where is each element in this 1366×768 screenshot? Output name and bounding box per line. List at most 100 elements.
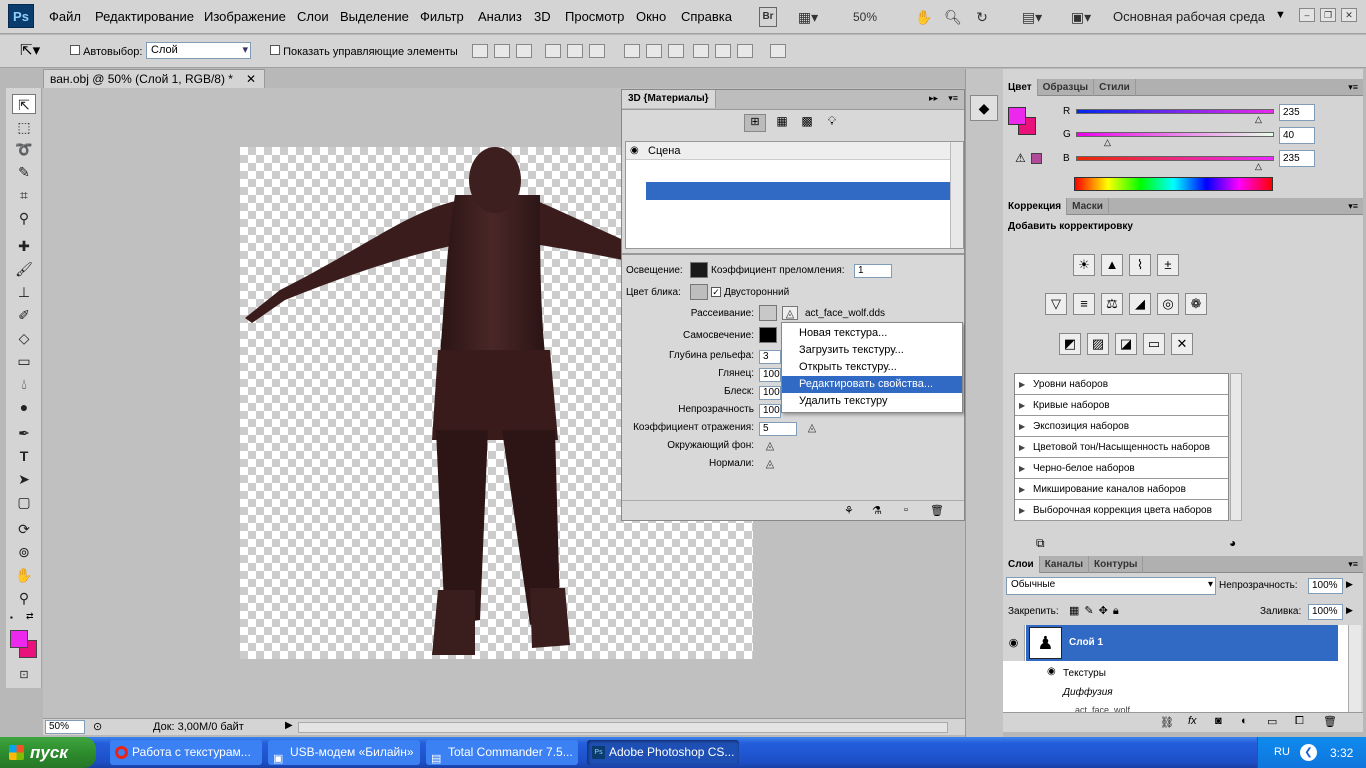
- clone-stamp-icon[interactable]: ⊥: [12, 282, 36, 302]
- type-tool-icon[interactable]: T: [12, 446, 36, 466]
- menu-image[interactable]: Изображение: [204, 9, 286, 24]
- layer-eye-icon[interactable]: ◉: [1003, 625, 1025, 661]
- gamut-color-swatch[interactable]: [1031, 153, 1042, 164]
- status-zoom[interactable]: 50%: [45, 720, 85, 734]
- menu-analysis[interactable]: Анализ: [478, 9, 522, 24]
- distribute-hcenter-icon[interactable]: [715, 44, 731, 58]
- distribute-top-icon[interactable]: [624, 44, 640, 58]
- path-select-icon[interactable]: ➤: [12, 469, 36, 489]
- textures-eye-icon[interactable]: ◉: [1047, 666, 1056, 677]
- layer-mask-icon[interactable]: ◙: [1215, 715, 1222, 727]
- autoselect-dropdown[interactable]: Слой ▾: [146, 42, 251, 59]
- menu-view[interactable]: Просмотр: [565, 9, 624, 24]
- fill-arrow-icon[interactable]: ▶: [1346, 605, 1353, 616]
- tab-masks[interactable]: Маски: [1067, 198, 1109, 215]
- adjustment-clip-icon[interactable]: ⧉: [1036, 536, 1045, 551]
- menu-load-texture[interactable]: Загрузить текстуру...: [782, 342, 962, 359]
- move-tool-icon[interactable]: ⇱: [12, 94, 36, 114]
- healing-brush-icon[interactable]: ✚: [12, 236, 36, 256]
- bridge-button[interactable]: Br: [759, 7, 777, 27]
- horizontal-scrollbar[interactable]: [298, 722, 948, 733]
- menu-edit[interactable]: Редактирование: [95, 9, 194, 24]
- quick-select-tool-icon[interactable]: ✎: [12, 162, 36, 182]
- quick-mask-icon[interactable]: ⊡: [12, 665, 36, 685]
- preset-curves[interactable]: Кривые наборов: [1015, 395, 1228, 416]
- menu-select[interactable]: Выделение: [340, 9, 409, 24]
- preset-levels[interactable]: Уровни наборов: [1015, 374, 1228, 395]
- refraction-input[interactable]: 1: [854, 264, 892, 278]
- two-sided-checkbox[interactable]: ✓: [711, 287, 721, 297]
- photo-filter-icon[interactable]: ◎: [1157, 293, 1179, 315]
- environment-texture-icon[interactable]: ◬: [762, 439, 778, 453]
- normals-texture-icon[interactable]: ◬: [762, 457, 778, 471]
- filter-scene-icon[interactable]: ⊞: [744, 114, 766, 132]
- bump-input[interactable]: 3: [759, 350, 781, 364]
- minimize-button[interactable]: –: [1299, 8, 1315, 22]
- align-top-icon[interactable]: [472, 44, 488, 58]
- arrange-documents-icon[interactable]: ▤▾: [1015, 7, 1049, 27]
- g-slider-thumb-icon[interactable]: △: [1104, 137, 1111, 148]
- workspace-switcher[interactable]: Основная рабочая среда: [1113, 9, 1265, 24]
- filter-lights-icon[interactable]: 💡︎: [822, 114, 842, 132]
- threshold-icon[interactable]: ◪: [1115, 333, 1137, 355]
- color-panel-menu-icon[interactable]: ▾≡: [1348, 79, 1363, 96]
- new-layer-icon[interactable]: ⧠: [1295, 715, 1304, 728]
- menu-remove-texture[interactable]: Удалить текстуру: [782, 393, 962, 410]
- layers-list[interactable]: ◉ ♟ Слой 1 ◉ Текстуры Диффузия act_face_…: [1003, 625, 1348, 717]
- filter-meshes-icon[interactable]: ▦: [772, 114, 792, 132]
- auto-align-icon[interactable]: [770, 44, 786, 58]
- self-illum-swatch[interactable]: [759, 327, 777, 343]
- invert-icon[interactable]: ◩: [1059, 333, 1081, 355]
- delete-icon[interactable]: 🗑︎: [930, 504, 944, 517]
- curves-icon[interactable]: ⌇: [1129, 254, 1151, 276]
- menu-window[interactable]: Окно: [636, 9, 666, 24]
- correction-panel-menu-icon[interactable]: ▾≡: [1348, 198, 1363, 215]
- splitter[interactable]: [622, 253, 964, 255]
- material-select-icon[interactable]: ⚗: [872, 504, 882, 517]
- show-controls-checkbox[interactable]: [270, 45, 280, 55]
- close-button[interactable]: ✕: [1341, 8, 1357, 22]
- align-hcenter-icon[interactable]: [567, 44, 583, 58]
- lang-indicator[interactable]: RU: [1274, 746, 1290, 758]
- preset-exposure[interactable]: Экспозиция наборов: [1015, 416, 1228, 437]
- status-menu-arrow-icon[interactable]: ▶: [285, 720, 293, 731]
- material-dropper-icon[interactable]: ⚘: [844, 504, 854, 517]
- preset-hue-sat[interactable]: Цветовой тон/Насыщенность наборов: [1015, 437, 1228, 458]
- posterize-icon[interactable]: ▨: [1087, 333, 1109, 355]
- g-input[interactable]: 40: [1279, 127, 1315, 144]
- specular-swatch[interactable]: [690, 284, 708, 300]
- opacity-arrow-icon[interactable]: ▶: [1346, 579, 1353, 590]
- autoselect-checkbox[interactable]: [70, 45, 80, 55]
- 3d-panel-icon[interactable]: ◆: [970, 95, 998, 121]
- eraser-tool-icon[interactable]: ◇: [12, 328, 36, 348]
- eye-icon[interactable]: ◉: [630, 142, 639, 160]
- layer-row[interactable]: ♟ Слой 1: [1026, 625, 1338, 661]
- 3d-model-figure[interactable]: [240, 140, 660, 665]
- tab-layers[interactable]: Слои: [1003, 556, 1040, 573]
- color-fg-swatch[interactable]: [1008, 107, 1026, 125]
- channel-mixer-icon[interactable]: ❁: [1185, 293, 1207, 315]
- layers-panel-menu-icon[interactable]: ▾≡: [1348, 556, 1363, 573]
- show-controls-group[interactable]: Показать управляющие элементы: [270, 45, 458, 58]
- adjustment-visibility-icon[interactable]: ◕: [1229, 536, 1236, 550]
- opacity-input[interactable]: 100: [759, 404, 781, 418]
- rotate-view-icon[interactable]: ↻: [972, 7, 992, 27]
- layers-scrollbar[interactable]: [1348, 625, 1361, 717]
- link-layers-icon[interactable]: ⛓: [1160, 716, 1174, 729]
- b-input[interactable]: 235: [1279, 150, 1315, 167]
- hand-tool-icon[interactable]: ✋: [12, 565, 36, 585]
- zoom-level[interactable]: 50%: [845, 7, 885, 27]
- presets-list[interactable]: Уровни наборов Кривые наборов Экспозиция…: [1014, 373, 1229, 521]
- distribute-left-icon[interactable]: [693, 44, 709, 58]
- b-slider[interactable]: [1076, 156, 1274, 161]
- layer-name[interactable]: Слой 1: [1069, 637, 1103, 648]
- document-tab[interactable]: ван.obj @ 50% (Слой 1, RGB/8) * ✕: [43, 69, 265, 88]
- default-colors-icon[interactable]: ▪: [10, 613, 13, 622]
- close-doc-icon[interactable]: ✕: [246, 70, 256, 88]
- new-light-icon[interactable]: ▫: [904, 504, 908, 516]
- brightness-icon[interactable]: ☀: [1073, 254, 1095, 276]
- gradient-tool-icon[interactable]: ▭: [12, 351, 36, 371]
- menu-layers[interactable]: Слои: [297, 9, 329, 24]
- menu-open-texture[interactable]: Открыть текстуру...: [782, 359, 962, 376]
- collapse-panel-icon[interactable]: ▸▸: [929, 93, 938, 104]
